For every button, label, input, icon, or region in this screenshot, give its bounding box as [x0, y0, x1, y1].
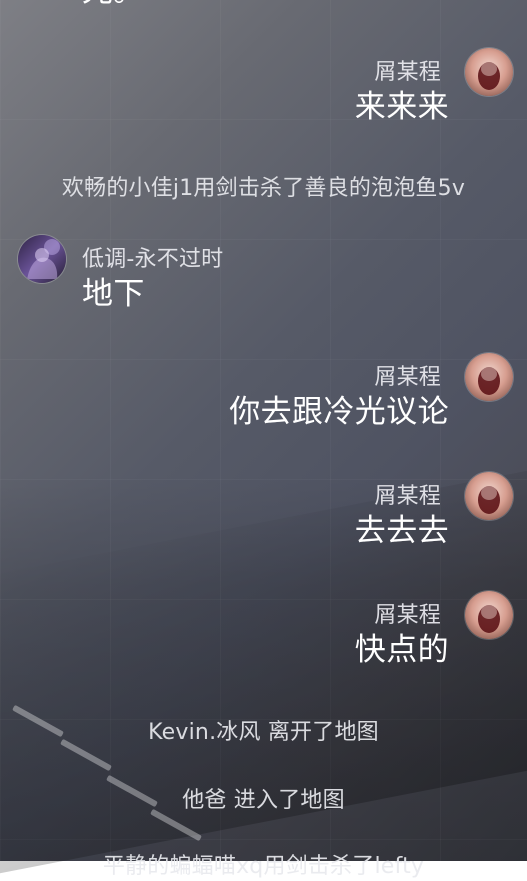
- message-text: 去去去: [354, 513, 449, 549]
- message-text: 地下: [82, 276, 145, 312]
- chat-message: 屑某程 快点的: [0, 591, 527, 681]
- user-avatar-image: [465, 591, 513, 639]
- partial-message-text: 光。: [82, 0, 144, 7]
- chat-message: 屑某程 你去跟冷光议论: [0, 353, 527, 443]
- system-message: 平静的蝙蝠喵xq用剑击杀了lefty: [102, 854, 425, 879]
- user-avatar-image: [465, 353, 513, 401]
- chat-log: 光。 屑某程 来来来 欢畅的小佳j1用剑击杀了善良的泡泡鱼5v: [0, 0, 527, 879]
- username-label: 屑某程: [374, 365, 441, 390]
- message-text: 快点的: [354, 632, 449, 668]
- username-label: 屑某程: [374, 603, 441, 628]
- chat-message: 屑某程 来来来: [0, 46, 527, 136]
- username-label: 屑某程: [374, 484, 441, 509]
- username-label: 低调-永不过时: [82, 247, 224, 272]
- chat-message: 低调-永不过时 地下: [0, 235, 527, 325]
- system-message: 他爸 进入了地图: [182, 788, 345, 813]
- user-avatar[interactable]: [465, 591, 513, 639]
- chat-message: 屑某程 去去去: [0, 472, 527, 562]
- user-avatar[interactable]: [18, 235, 66, 283]
- user-avatar-image: [18, 235, 66, 283]
- user-avatar[interactable]: [465, 353, 513, 401]
- message-text: 来来来: [354, 89, 449, 125]
- user-avatar[interactable]: [465, 48, 513, 96]
- user-avatar[interactable]: [465, 472, 513, 520]
- user-avatar-image: [465, 48, 513, 96]
- user-avatar-image: [465, 472, 513, 520]
- system-message: 欢畅的小佳j1用剑击杀了善良的泡泡鱼5v: [61, 176, 466, 201]
- username-label: 屑某程: [374, 60, 441, 85]
- system-message: Kevin.冰风 离开了地图: [148, 720, 379, 745]
- message-text: 你去跟冷光议论: [229, 394, 449, 430]
